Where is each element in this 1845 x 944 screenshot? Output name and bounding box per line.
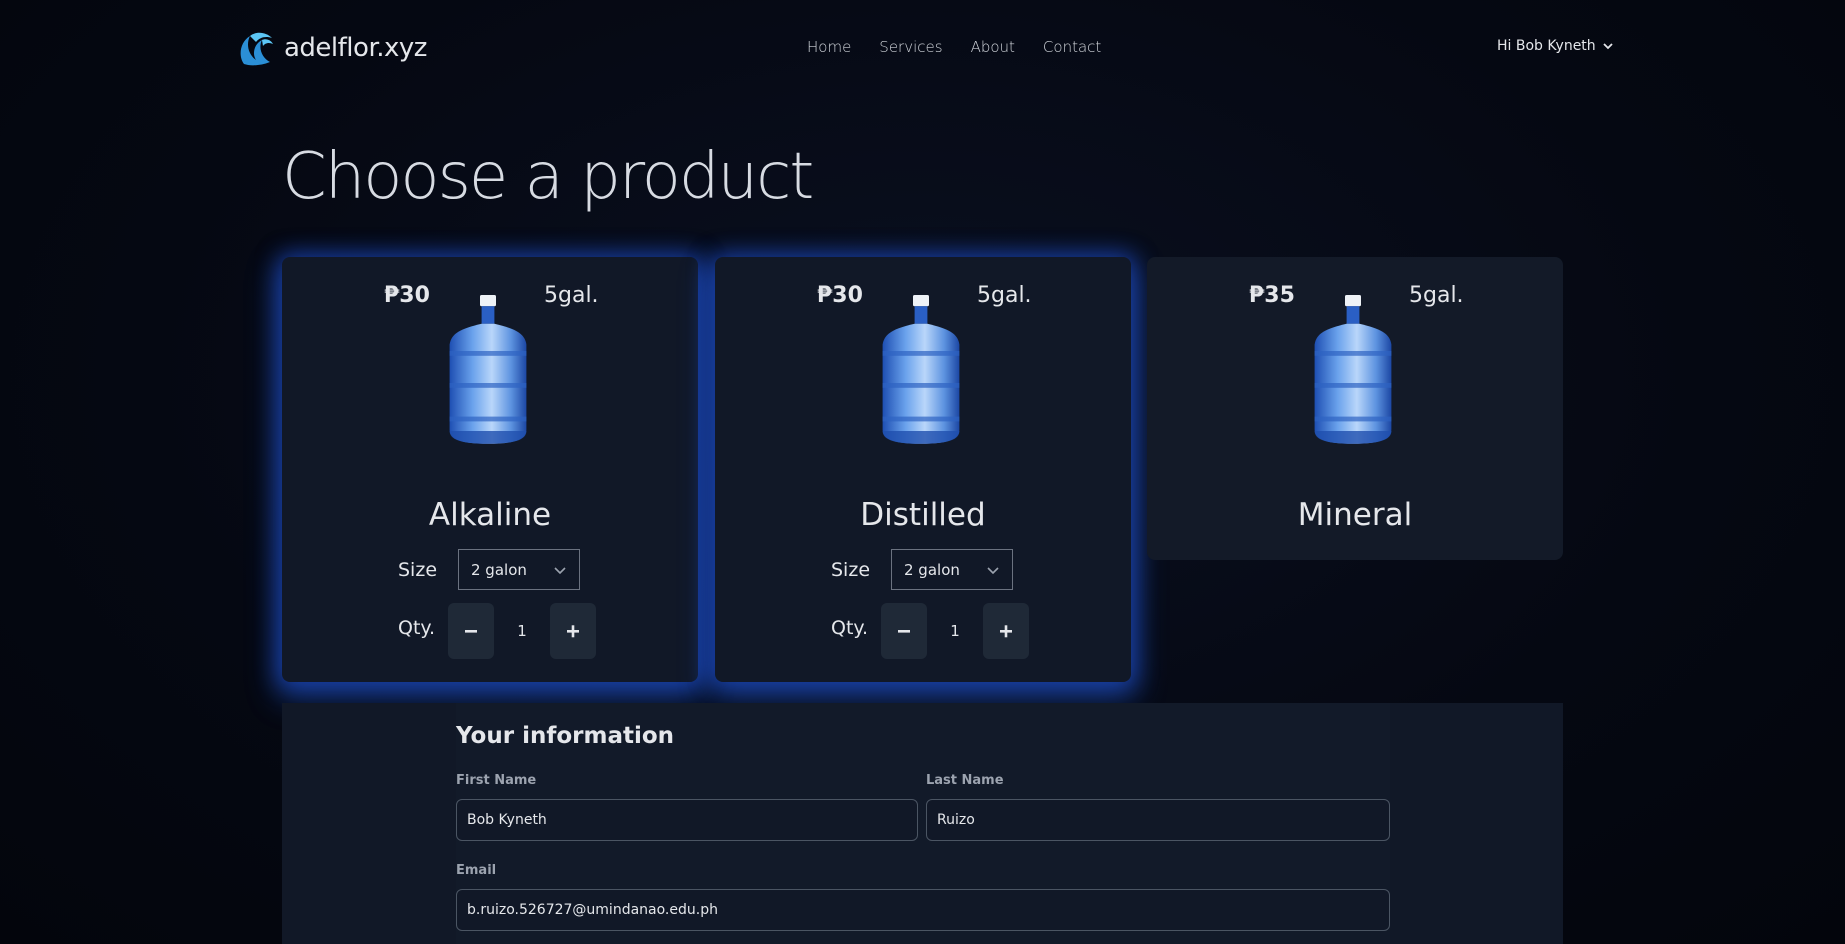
- product-name: Alkaline: [428, 497, 552, 533]
- product-volume: 5gal.: [977, 283, 1032, 308]
- size-label: Size: [831, 558, 871, 581]
- nav-about[interactable]: About: [971, 38, 1015, 56]
- nav-services[interactable]: Services: [879, 38, 942, 56]
- info-title: Your information: [456, 723, 675, 749]
- size-row: Size 2 galon: [831, 549, 1013, 590]
- email-label: Email: [456, 863, 497, 878]
- qty-increase-button[interactable]: [983, 603, 1029, 659]
- user-greeting: Hi Bob Kyneth: [1497, 38, 1596, 54]
- info-section: Your information First Name Bob Kyneth L…: [282, 703, 1563, 944]
- size-row: Size 2 galon: [398, 549, 580, 590]
- qty-value: 1: [950, 622, 960, 640]
- qty-increase-button[interactable]: [550, 603, 596, 659]
- size-select[interactable]: 2 galon: [458, 549, 580, 590]
- product-volume: 5gal.: [544, 283, 599, 308]
- first-name-field[interactable]: Bob Kyneth: [456, 799, 918, 841]
- wave-logo-icon: [240, 32, 273, 66]
- plus-icon: [1000, 625, 1012, 638]
- page-title: Choose a product: [282, 140, 814, 214]
- main-nav: Home Services About Contact: [807, 38, 1129, 56]
- product-price: ₱30: [817, 283, 863, 308]
- water-jug-icon: [1314, 295, 1392, 444]
- product-card-distilled[interactable]: ₱30 5gal. Distilled Size 2 galon Qty. 1: [715, 257, 1131, 682]
- qty-decrease-button[interactable]: [448, 603, 494, 659]
- last-name-field[interactable]: Ruizo: [926, 799, 1390, 841]
- qty-decrease-button[interactable]: [881, 603, 927, 659]
- qty-label: Qty.: [398, 617, 435, 639]
- product-price: ₱30: [384, 283, 430, 308]
- chevron-down-icon: [987, 566, 999, 574]
- product-card-alkaline[interactable]: ₱30 5gal. Alkaline Size 2 galon Qty. 1: [282, 257, 698, 682]
- email-field[interactable]: b.ruizo.526727@umindanao.edu.ph: [456, 889, 1390, 931]
- size-label: Size: [398, 558, 438, 581]
- plus-icon: [567, 625, 579, 638]
- size-value: 2 galon: [471, 560, 527, 579]
- qty-row: Qty. 1: [398, 603, 596, 659]
- size-value: 2 galon: [904, 560, 960, 579]
- qty-value: 1: [517, 622, 527, 640]
- brand-name: adelflor.xyz: [284, 33, 427, 63]
- brand-logo[interactable]: adelflor.xyz: [236, 28, 427, 68]
- water-jug-icon: [449, 295, 527, 444]
- product-name: Mineral: [1297, 497, 1413, 533]
- product-card-mineral[interactable]: ₱35 5gal. Mineral: [1147, 257, 1563, 560]
- minus-icon: [465, 630, 477, 633]
- chevron-down-icon: [554, 566, 566, 574]
- product-price: ₱35: [1249, 283, 1295, 308]
- first-name-label: First Name: [456, 773, 537, 788]
- last-name-label: Last Name: [926, 773, 1004, 788]
- size-select[interactable]: 2 galon: [891, 549, 1013, 590]
- user-menu[interactable]: Hi Bob Kyneth: [1497, 38, 1614, 54]
- navbar: adelflor.xyz Home Services About Contact…: [0, 0, 1845, 96]
- chevron-down-icon: [1603, 43, 1613, 50]
- nav-home[interactable]: Home: [807, 38, 851, 56]
- product-name: Distilled: [860, 497, 986, 533]
- minus-icon: [898, 630, 910, 633]
- water-jug-icon: [882, 295, 960, 444]
- qty-row: Qty. 1: [831, 603, 1029, 659]
- qty-label: Qty.: [831, 617, 868, 639]
- nav-contact[interactable]: Contact: [1043, 38, 1101, 56]
- product-volume: 5gal.: [1409, 283, 1464, 308]
